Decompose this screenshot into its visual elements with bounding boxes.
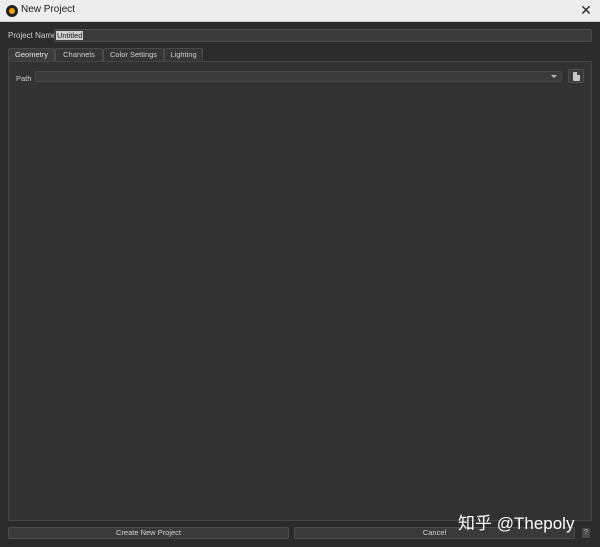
window-title: New Project — [21, 4, 75, 15]
project-name-label: Project Name — [8, 31, 57, 40]
project-name-row: Project Name Untitled — [0, 28, 600, 42]
path-combobox[interactable] — [35, 71, 562, 82]
project-name-input[interactable]: Untitled — [54, 29, 592, 42]
tab-color-settings[interactable]: Color Settings — [103, 48, 164, 61]
title-bar: New Project ✕ — [0, 0, 600, 22]
close-icon[interactable]: ✕ — [579, 2, 593, 18]
browse-button[interactable] — [568, 69, 584, 83]
app-logo-icon — [6, 5, 18, 17]
file-icon — [573, 72, 580, 81]
tab-lighting[interactable]: Lighting — [164, 48, 203, 61]
project-name-value: Untitled — [56, 31, 84, 40]
path-label: Path — [16, 74, 32, 83]
geometry-panel: Path — [8, 61, 592, 521]
chevron-down-icon[interactable] — [551, 75, 557, 78]
tab-geometry[interactable]: Geometry — [8, 48, 55, 62]
create-new-project-button[interactable]: Create New Project — [8, 527, 289, 539]
help-icon[interactable]: ? — [582, 528, 590, 538]
watermark: 知乎 @Thepoly — [458, 514, 575, 533]
tab-channels[interactable]: Channels — [55, 48, 103, 61]
